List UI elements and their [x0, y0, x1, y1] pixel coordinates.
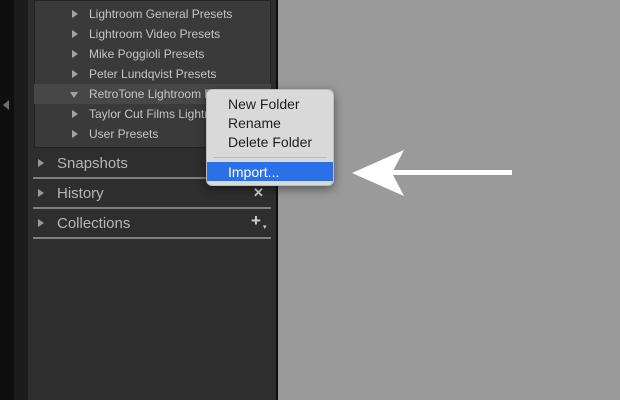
snapshots-label: Snapshots	[57, 155, 128, 172]
preset-folder-label: Taylor Cut Films Lightro	[89, 107, 216, 121]
disclosure-triangle-icon[interactable]	[38, 219, 44, 227]
preset-folder-label: Peter Lundqvist Presets	[89, 67, 217, 81]
preset-folder-label: User Presets	[89, 127, 159, 141]
disclosure-triangle-icon[interactable]	[38, 159, 44, 167]
collapse-panel-icon[interactable]	[3, 100, 9, 110]
disclosure-triangle-icon[interactable]	[38, 189, 44, 197]
preset-folder-item[interactable]: Lightroom Video Presets	[34, 24, 271, 44]
menu-separator	[213, 157, 327, 158]
history-label: History	[57, 185, 104, 202]
menu-item-rename[interactable]: Rename	[207, 113, 333, 132]
menu-item-label: Rename	[228, 115, 281, 131]
preset-folder-label: RetroTone Lightroom F	[89, 87, 212, 101]
disclosure-triangle-expanded-icon[interactable]	[70, 92, 78, 98]
collections-panel-header[interactable]: Collections + ▾	[33, 209, 271, 239]
menu-item-delete-folder[interactable]: Delete Folder	[207, 132, 333, 151]
menu-item-label: Import...	[228, 164, 280, 180]
preset-folder-label: Mike Poggioli Presets	[89, 47, 205, 61]
menu-item-import[interactable]: Import...	[207, 162, 333, 181]
preset-folder-item[interactable]: Lightroom General Presets	[34, 4, 271, 24]
disclosure-triangle-icon[interactable]	[72, 10, 78, 18]
menu-item-label: New Folder	[228, 96, 300, 112]
panel-divider[interactable]	[276, 0, 278, 400]
arrow-left-icon	[352, 150, 512, 196]
disclosure-triangle-icon[interactable]	[72, 70, 78, 78]
disclosure-triangle-icon[interactable]	[72, 130, 78, 138]
disclosure-triangle-icon[interactable]	[72, 110, 78, 118]
preset-folder-label: Lightroom General Presets	[89, 7, 233, 21]
preset-folder-item[interactable]: Mike Poggioli Presets	[34, 44, 271, 64]
disclosure-triangle-icon[interactable]	[72, 50, 78, 58]
arrow-shaft	[392, 170, 512, 175]
add-collection-caret-icon[interactable]: ▾	[263, 223, 267, 231]
outer-panel	[14, 0, 28, 400]
clear-history-icon[interactable]: ✕	[253, 185, 264, 201]
left-edge-strip	[0, 0, 14, 400]
menu-item-label: Delete Folder	[228, 134, 313, 150]
context-menu: New Folder Rename Delete Folder Import..…	[206, 89, 334, 186]
preset-folder-item[interactable]: Peter Lundqvist Presets	[34, 64, 271, 84]
collections-label: Collections	[57, 215, 131, 232]
add-collection-icon[interactable]: +	[251, 211, 261, 231]
disclosure-triangle-icon[interactable]	[72, 30, 78, 38]
preset-folder-label: Lightroom Video Presets	[89, 27, 221, 41]
menu-item-new-folder[interactable]: New Folder	[207, 94, 333, 113]
section-divider	[33, 237, 271, 239]
